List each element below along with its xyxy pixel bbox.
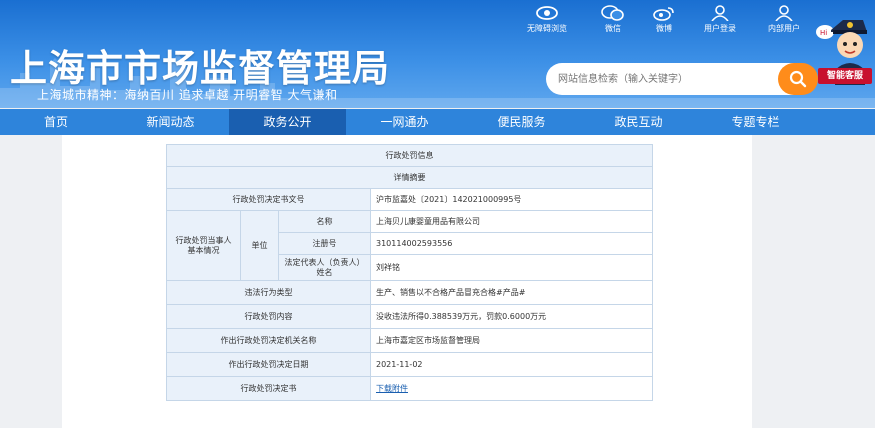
site-title: 上海市市场监督管理局 [10,47,390,90]
city-spirit-text: 上海城市精神：海纳百川 追求卓越 开明睿智 大气谦和 [37,88,338,102]
site-header: 上海市市场监督管理局 上海城市精神：海纳百川 追求卓越 开明睿智 大气谦和 无障… [0,0,875,108]
user-icon [711,5,729,21]
name-value: 上海贝儿康婴童用品有限公司 [370,210,653,233]
doc-label: 行政处罚决定书 [166,376,371,401]
reg-value: 310114002593556 [370,232,653,255]
unit-label: 单位 [240,210,279,281]
weibo-icon [653,7,674,21]
date-label: 作出行政处罚决定日期 [166,352,371,377]
rep-value: 刘祥铭 [370,254,653,281]
user-login-tool[interactable]: 用户登录 [704,5,736,34]
nav-public-service[interactable]: 便民服务 [463,109,580,135]
nav-news[interactable]: 新闻动态 [112,109,229,135]
nav-home[interactable]: 首页 [0,109,112,135]
table-row: 行政处罚信息 [166,144,653,167]
violation-value: 生产、销售以不合格产品冒充合格#产品# [370,280,653,305]
content-value: 没收违法所得0.388539万元，罚款0.6000万元 [370,304,653,329]
user-icon [775,5,793,21]
decision-no-label: 行政处罚决定书文号 [166,188,371,211]
accessibility-tool[interactable]: 无障碍浏览 [527,5,567,34]
nav-interaction[interactable]: 政民互动 [580,109,697,135]
table-subtitle: 详情摘要 [166,166,653,189]
wechat-tool[interactable]: 微信 [601,5,625,34]
authority-label: 作出行政处罚决定机关名称 [166,328,371,353]
wechat-icon [601,5,624,21]
search-bar [546,63,818,95]
search-button[interactable] [778,63,818,95]
nav-government-affairs[interactable]: 政务公开 [229,109,346,135]
doc-value: 下载附件 [370,376,653,401]
decision-no-value: 沪市监嘉处〔2021〕142021000995号 [370,188,653,211]
smart-service-badge[interactable]: 智能客服 [818,68,872,84]
table-row: 作出行政处罚决定日期 2021-11-02 [166,352,653,377]
date-value: 2021-11-02 [370,352,653,377]
rep-label: 法定代表人（负责人）姓名 [278,254,371,281]
svg-text:Hi: Hi [820,29,827,37]
table-row: 行政处罚当事人基本情况 单位 名称 上海贝儿康婴童用品有限公司 [166,210,653,281]
main-content: 行政处罚信息 详情摘要 行政处罚决定书文号 沪市监嘉处〔2021〕1420210… [62,135,752,428]
download-attachment-link[interactable]: 下载附件 [376,384,408,393]
authority-value: 上海市嘉定区市场监督管理局 [370,328,653,353]
party-label: 行政处罚当事人基本情况 [166,210,241,281]
main-nav: 首页 新闻动态 政务公开 一网通办 便民服务 政民互动 专题专栏 [0,109,875,135]
name-label: 名称 [278,210,371,233]
penalty-detail-table: 行政处罚信息 详情摘要 行政处罚决定书文号 沪市监嘉处〔2021〕1420210… [166,144,653,401]
violation-label: 违法行为类型 [166,280,371,305]
table-row: 行政处罚决定书 下载附件 [166,376,653,401]
search-icon [789,70,807,88]
table-row: 详情摘要 [166,166,653,189]
search-input[interactable] [546,63,798,95]
reg-label: 注册号 [278,232,371,255]
table-row: 作出行政处罚决定机关名称 上海市嘉定区市场监督管理局 [166,328,653,353]
nav-special-topics[interactable]: 专题专栏 [697,109,814,135]
weibo-tool[interactable]: 微博 [652,5,676,34]
table-row: 行政处罚决定书文号 沪市监嘉处〔2021〕142021000995号 [166,188,653,211]
table-row: 行政处罚内容 没收违法所得0.388539万元，罚款0.6000万元 [166,304,653,329]
content-label: 行政处罚内容 [166,304,371,329]
table-title: 行政处罚信息 [166,144,653,167]
internal-user-tool[interactable]: 内部用户 [768,5,800,34]
eye-icon [536,6,558,20]
nav-one-stop-service[interactable]: 一网通办 [346,109,463,135]
table-row: 违法行为类型 生产、销售以不合格产品冒充合格#产品# [166,280,653,305]
